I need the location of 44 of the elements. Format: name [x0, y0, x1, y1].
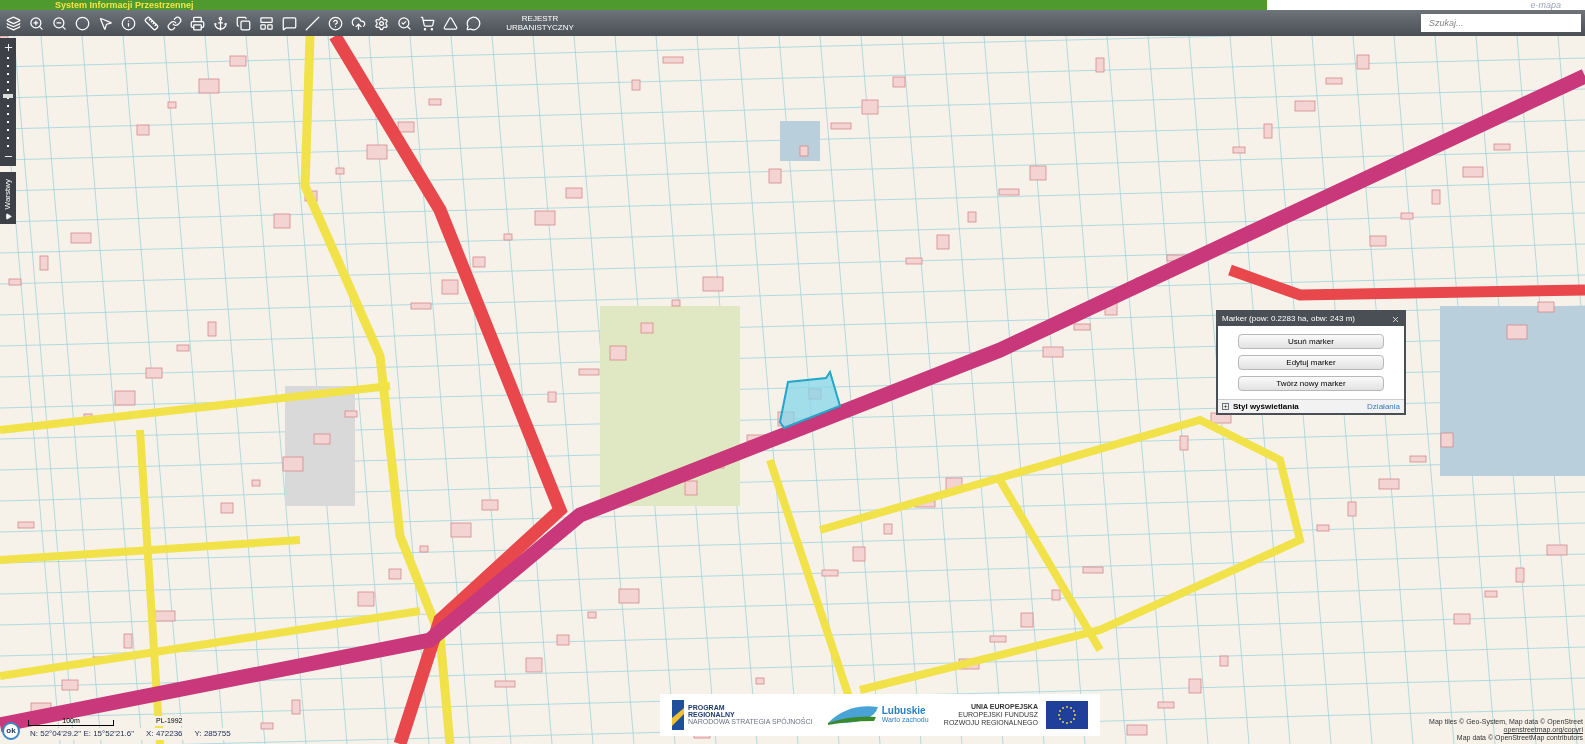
- y-coordinate: Y: 285755: [194, 728, 231, 740]
- settings-icon[interactable]: [372, 14, 390, 32]
- triangle-icon[interactable]: [441, 14, 459, 32]
- close-icon[interactable]: [1391, 314, 1400, 324]
- cloud-upload-icon[interactable]: [349, 14, 367, 32]
- pond-area: [780, 121, 820, 161]
- popup-button[interactable]: Edytuj marker: [1238, 355, 1384, 370]
- zoom-slider[interactable]: [0, 38, 16, 166]
- anchor-icon[interactable]: [211, 14, 229, 32]
- latlon-text: N: 52°04'29.2" E: 15°52'21.6": [30, 728, 135, 740]
- plus-icon: [1222, 403, 1229, 410]
- layers-icon[interactable]: [4, 14, 22, 32]
- logo-text: e-mapa: [1530, 1, 1561, 10]
- ruler-icon[interactable]: [142, 14, 160, 32]
- popup-button[interactable]: Twórz nowy marker: [1238, 376, 1384, 391]
- popup-button[interactable]: Usuń marker: [1238, 334, 1384, 349]
- slider-thumb[interactable]: [3, 93, 13, 98]
- zoom-out-icon[interactable]: [50, 14, 68, 32]
- printer-icon[interactable]: [188, 14, 206, 32]
- search-field[interactable]: Szukaj...: [1421, 14, 1581, 32]
- layers-tab[interactable]: Warstwy: [0, 172, 16, 224]
- search-icon[interactable]: [395, 14, 413, 32]
- register-button[interactable]: REJESTR URBANISTYCZNY: [495, 14, 585, 32]
- circle-icon[interactable]: [73, 14, 91, 32]
- layout-icon[interactable]: [257, 14, 275, 32]
- region-name: Lubuskie: [881, 706, 927, 716]
- header-title: System Informacji Przestrzennej: [55, 1, 194, 10]
- style-toggle[interactable]: Styl wyświetlania: [1222, 400, 1299, 413]
- help-icon[interactable]: [326, 14, 344, 32]
- zoom-in-icon[interactable]: [27, 14, 45, 32]
- info-icon[interactable]: [119, 14, 137, 32]
- play-icon: [4, 213, 12, 220]
- x-coordinate: X: 472236: [146, 728, 183, 740]
- cart-icon[interactable]: [418, 14, 436, 32]
- region-logo-icon: [827, 703, 878, 727]
- link-icon[interactable]: [165, 14, 183, 32]
- plus-icon: [2, 42, 14, 53]
- copy-icon[interactable]: [234, 14, 252, 32]
- actions-link[interactable]: Działania: [1367, 400, 1400, 413]
- speech-bubble-icon[interactable]: [280, 14, 298, 32]
- popup-title: Marker (pow: 0.2283 ha, obw: 243 m): [1222, 313, 1355, 325]
- program-logo-icon: [672, 700, 684, 730]
- chat-icon[interactable]: [464, 14, 482, 32]
- eu-flag-icon: [1046, 701, 1088, 729]
